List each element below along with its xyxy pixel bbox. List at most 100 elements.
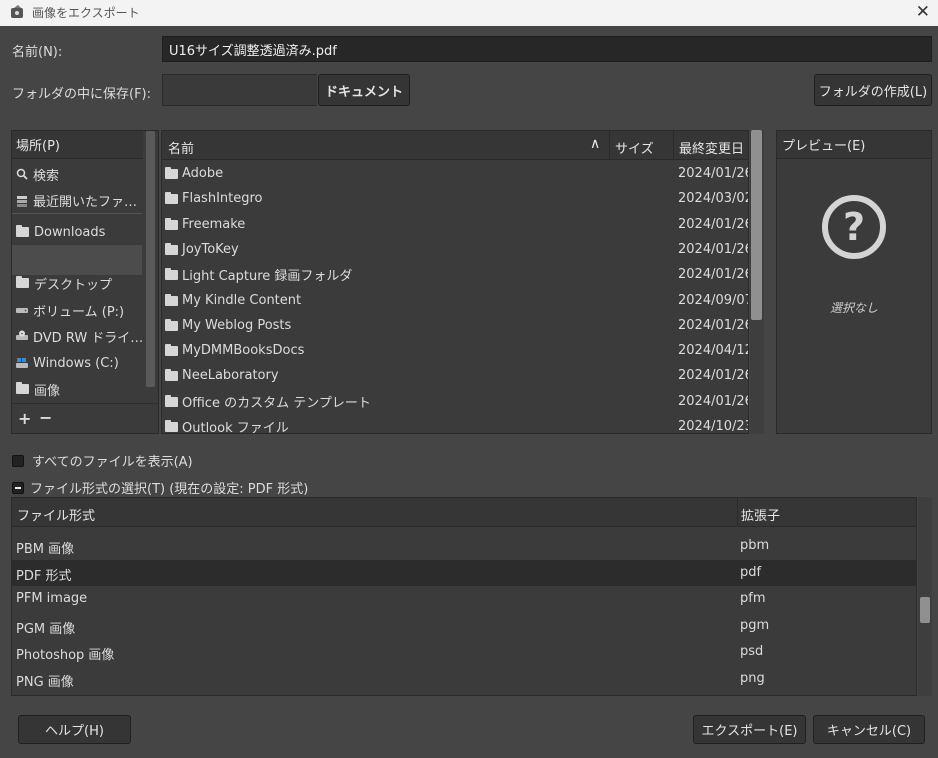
preview-panel: プレビュー(E) ? 選択なし xyxy=(776,130,932,434)
places-scrollbar[interactable] xyxy=(146,131,155,387)
filetype-expander[interactable]: ファイル形式の選択(T) (現在の設定: PDF 形式) xyxy=(12,478,308,497)
folder-icon xyxy=(165,293,178,306)
recent-icon xyxy=(17,195,27,207)
places-item-volume-p[interactable]: ボリューム (P:) xyxy=(12,297,142,323)
places-item-search[interactable]: 検索 xyxy=(12,161,142,187)
path-button-documents[interactable]: ドキュメント xyxy=(318,74,410,106)
filetype-row[interactable]: PDF 形式 pdf xyxy=(12,559,916,586)
filetype-row[interactable]: Photoshop 画像 psd xyxy=(12,639,916,665)
places-item-windows-c[interactable]: Windows (C:) xyxy=(12,350,142,376)
search-icon xyxy=(16,168,28,180)
filetype-scrollbar[interactable] xyxy=(920,597,930,623)
filetype-rows: PBM 画像 pbm PDF 形式 pdf PFM image pfm PGM 画像 pgm P… xyxy=(12,533,916,695)
cancel-button[interactable]: キャンセル(C) xyxy=(813,715,925,744)
places-item-desktop[interactable]: デスクトップ xyxy=(12,270,142,296)
file-name: Adobe xyxy=(182,166,224,181)
file-list-header: 名前 ∧ サイズ 最終変更日 xyxy=(162,131,748,160)
help-button[interactable]: ヘルプ(H) xyxy=(18,715,131,744)
column-size[interactable]: サイズ xyxy=(615,138,654,157)
create-folder-button[interactable]: フォルダの作成(L) xyxy=(814,74,932,106)
sort-ascending-icon[interactable]: ∧ xyxy=(590,136,600,152)
add-bookmark-icon[interactable]: + xyxy=(18,409,31,428)
name-label: 名前(N): xyxy=(12,45,63,60)
folder-icon xyxy=(16,225,29,237)
places-item-dvd[interactable]: DVD RW ドライ… xyxy=(12,323,142,349)
filetype-row[interactable]: PNG 画像 png xyxy=(12,666,916,692)
filetype-scrollbar-track[interactable] xyxy=(918,497,932,696)
places-item-pictures[interactable]: 画像 xyxy=(12,376,142,402)
export-button[interactable]: エクスポート(E) xyxy=(693,715,806,744)
filetype-name: PFM image xyxy=(16,591,88,606)
filetype-ext: pbm xyxy=(740,538,770,553)
file-modified: 2024/03/02 xyxy=(678,191,749,207)
filetype-name: PDF 形式 xyxy=(16,568,72,584)
file-list-scrollbar-track[interactable] xyxy=(750,130,764,434)
file-list-scrollbar[interactable] xyxy=(751,130,762,320)
path-bar-left xyxy=(162,74,317,106)
file-modified: 2024/10/23 xyxy=(678,419,749,434)
filetype-table: ファイル形式 拡張子 PBM 画像 pbm PDF 形式 pdf PFM image pf… xyxy=(11,497,917,696)
close-icon[interactable]: ✕ xyxy=(916,2,930,22)
folder-icon xyxy=(165,318,178,331)
windows-drive-icon xyxy=(16,358,28,368)
file-row[interactable]: My Weblog Posts 2024/01/26 xyxy=(162,313,748,338)
folder-icon xyxy=(165,192,178,205)
filetype-name: Photoshop 画像 xyxy=(16,648,115,663)
file-name: FlashIntegro xyxy=(182,191,263,207)
filetype-ext: pfm xyxy=(740,591,766,606)
folder-icon xyxy=(165,344,178,357)
filetype-ext: psd xyxy=(740,644,764,659)
column-modified[interactable]: 最終変更日 xyxy=(679,138,744,157)
window-title: 画像をエクスポート xyxy=(32,6,140,20)
file-row[interactable]: JoyToKey 2024/01/26 xyxy=(162,237,748,262)
filetype-row[interactable]: PBM 画像 pbm xyxy=(12,533,916,559)
file-name: My Kindle Content xyxy=(182,292,302,308)
file-rows: Adobe 2024/01/26 FlashIntegro 2024/03/02 Fre… xyxy=(162,161,749,434)
filetype-row[interactable]: PGM 画像 pgm xyxy=(12,613,916,639)
filename-input[interactable]: U16サイズ調整透過済み.pdf xyxy=(162,36,932,62)
file-name: MyDMMBooksDocs xyxy=(182,343,305,359)
file-row[interactable]: Office のカスタム テンプレート 2024/01/26 xyxy=(162,389,748,414)
filetype-ext: png xyxy=(740,670,765,686)
file-modified: 2024/01/26 xyxy=(678,317,749,333)
column-name[interactable]: 名前 xyxy=(168,138,194,157)
remove-bookmark-icon[interactable]: − xyxy=(39,408,52,427)
places-item-recent[interactable]: 最近開いたファ… xyxy=(12,188,142,214)
folder-icon xyxy=(165,268,178,281)
file-row[interactable]: Light Capture 録画フォルダ 2024/01/26 xyxy=(162,262,748,287)
filetype-table-header: ファイル形式 拡張子 xyxy=(12,498,916,527)
places-header: 場所(P) xyxy=(12,131,143,159)
filetype-name: PBM 画像 xyxy=(16,542,75,557)
filetype-ext: pdf xyxy=(740,564,762,580)
file-row[interactable]: FlashIntegro 2024/03/02 xyxy=(162,186,748,211)
folder-icon xyxy=(16,276,29,288)
file-row[interactable]: NeeLaboratory 2024/01/26 xyxy=(162,363,748,388)
file-name: Outlook ファイル xyxy=(182,421,289,434)
file-row[interactable]: Outlook ファイル 2024/10/23 xyxy=(162,414,749,434)
places-item-downloads[interactable]: Downloads xyxy=(12,219,142,245)
folder-icon xyxy=(165,420,178,432)
filetype-name: PNG 画像 xyxy=(16,674,74,690)
show-all-files-checkbox[interactable]: すべてのファイルを表示(A) xyxy=(12,451,193,470)
optical-drive-icon xyxy=(16,330,28,340)
file-row[interactable]: My Kindle Content 2024/09/07 xyxy=(162,288,748,313)
file-row[interactable]: MyDMMBooksDocs 2024/04/12 xyxy=(162,338,748,363)
folder-icon xyxy=(165,394,178,407)
folder-icon xyxy=(165,217,178,230)
folder-icon xyxy=(165,242,178,255)
column-filetype[interactable]: ファイル形式 xyxy=(17,505,95,524)
file-name: Light Capture 録画フォルダ xyxy=(182,269,353,285)
preview-header: プレビュー(E) xyxy=(777,131,931,159)
file-row[interactable]: Freemake 2024/01/26 xyxy=(162,212,748,237)
file-modified: 2024/04/12 xyxy=(678,343,749,359)
question-icon: ? xyxy=(822,195,886,259)
file-modified: 2024/01/26 xyxy=(678,241,749,257)
checkbox-icon[interactable] xyxy=(12,454,24,467)
column-extension[interactable]: 拡張子 xyxy=(741,505,780,524)
filetype-row[interactable]: PFM image pfm xyxy=(12,586,916,612)
preview-empty-text: 選択なし xyxy=(829,301,878,315)
file-modified: 2024/01/26 xyxy=(678,166,749,181)
expander-minus-icon[interactable] xyxy=(12,481,24,494)
file-list-panel: 名前 ∧ サイズ 最終変更日 Adobe 2024/01/26 FlashInteg… xyxy=(161,130,749,434)
file-row[interactable]: Adobe 2024/01/26 xyxy=(162,161,748,186)
